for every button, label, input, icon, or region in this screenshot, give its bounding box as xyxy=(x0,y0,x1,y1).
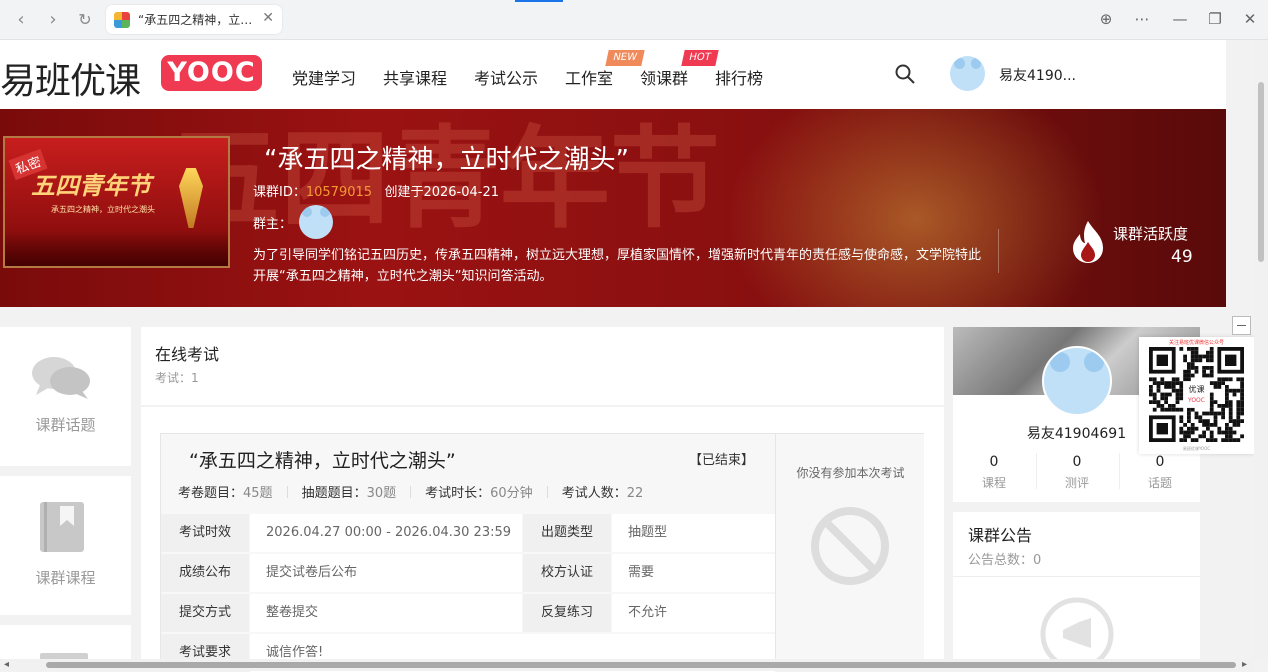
globe-icon[interactable]: ⊕ xyxy=(1096,10,1116,28)
nav-course-groups[interactable]: 领课群 xyxy=(640,65,688,89)
site-header: 易班优课 YOOC 党建学习 共享课程 考试公示 工作室 NEW 领课群 HOT… xyxy=(0,40,1226,109)
search-icon[interactable] xyxy=(895,64,915,84)
browser-tab-bar: ‹ › ↻ “承五四之精神，立… ✕ ⊕ ⋯ — ❐ ✕ xyxy=(0,0,1268,40)
qr-center-text: 优课 xyxy=(1189,384,1205,394)
forward-icon[interactable]: › xyxy=(42,9,64,31)
sidebar-courses[interactable]: 课群课程 xyxy=(0,476,131,615)
close-window-icon[interactable]: ✕ xyxy=(1240,10,1260,28)
notice-count: 公告总数：0 xyxy=(968,553,1042,568)
nav-ranking[interactable]: 排行榜 xyxy=(715,65,763,89)
table-row: 提交方式 整卷提交 反复练习 不允许 xyxy=(161,594,775,632)
browser-tab[interactable]: “承五四之精神，立… ✕ xyxy=(106,5,282,34)
new-badge: NEW xyxy=(605,50,645,66)
nav-studio[interactable]: 工作室 xyxy=(565,65,613,89)
horizontal-scroll-thumb[interactable] xyxy=(46,662,1236,668)
course-group-id: 10579015 xyxy=(305,185,373,200)
tab-close-icon[interactable]: ✕ xyxy=(262,10,274,26)
reload-icon[interactable]: ↻ xyxy=(74,9,96,31)
restore-icon[interactable]: ❐ xyxy=(1205,10,1225,28)
vertical-scroll-thumb[interactable] xyxy=(1258,82,1264,262)
course-group-meta: 课群ID：10579015 创建于2026-04-21 xyxy=(253,185,499,200)
nav-exam-public[interactable]: 考试公示 xyxy=(474,65,538,89)
scroll-right-icon[interactable]: ▸ xyxy=(1242,659,1247,670)
loading-indicator xyxy=(515,0,563,2)
profile-avatar[interactable] xyxy=(1042,346,1112,416)
activity-value: 49 xyxy=(1171,247,1193,267)
qr-caption: 关注易班优课微信公众号 xyxy=(1168,340,1224,346)
exam-participation: 你没有参加本次考试 xyxy=(775,434,924,670)
stat-evaluations[interactable]: 0 测评 xyxy=(1036,454,1118,491)
hot-badge: HOT xyxy=(681,50,719,66)
online-exam-heading: 在线考试 xyxy=(155,345,220,364)
not-joined-text: 你没有参加本次考试 xyxy=(796,466,905,480)
site-favicon-icon xyxy=(114,12,130,28)
course-group-banner: 五四青年节 私密 五四青年节 承五四之精神，立时代之潮头 “承五四之精神，立时代… xyxy=(0,109,1226,307)
exam-status: 【已结束】 xyxy=(689,453,755,468)
course-group-poster: 私密 五四青年节 承五四之精神，立时代之潮头 xyxy=(3,136,230,268)
owner-avatar[interactable] xyxy=(299,205,333,239)
torch-icon xyxy=(179,168,203,228)
back-icon[interactable]: ‹ xyxy=(10,9,32,31)
chat-bubbles-icon xyxy=(32,357,90,399)
more-icon[interactable]: ⋯ xyxy=(1132,10,1152,28)
table-row: 成绩公布 提交试卷后公布 校方认证 需要 xyxy=(161,554,775,592)
created-date: 创建于2026-04-21 xyxy=(384,185,499,200)
horizontal-scrollbar[interactable]: ◂ ▸ xyxy=(0,659,1254,671)
flame-icon xyxy=(1073,221,1103,263)
stat-topics[interactable]: 0 话题 xyxy=(1119,454,1201,491)
username[interactable]: 易友4190... xyxy=(999,65,1076,85)
exam-count: 考试：1 xyxy=(155,371,199,385)
exam-card[interactable]: “承五四之精神，立时代之潮头” 【已结束】 考卷题目：45题 抽题题目：30题 考试… xyxy=(160,433,924,672)
collapse-button[interactable] xyxy=(1232,316,1251,335)
forbidden-icon xyxy=(811,507,889,585)
qr-footer: 易班优课YOOC xyxy=(1182,446,1211,451)
sidebar-topics-label: 课群话题 xyxy=(35,416,96,434)
course-group-title: “承五四之精神，立时代之潮头” xyxy=(264,145,629,175)
notice-card: 课群公告 公告总数：0 xyxy=(953,512,1200,671)
nav-party-study[interactable]: 党建学习 xyxy=(292,65,356,89)
qr-center-sub: YOOC xyxy=(1187,397,1205,404)
logo-yooc[interactable]: YOOC xyxy=(161,55,262,91)
activity-label: 课群活跃度 xyxy=(1113,225,1189,243)
logo-text[interactable]: 易班优课 xyxy=(0,52,141,104)
owner-row: 群主： xyxy=(253,217,293,232)
stat-courses[interactable]: 0 课程 xyxy=(953,454,1035,491)
course-group-description: 为了引导同学们铭记五四历史，传承五四精神，树立远大理想，厚植家国情怀，增强新时代… xyxy=(253,248,982,284)
exam-stats: 考卷题目：45题 抽题题目：30题 考试时长：60分钟 考试人数：22 xyxy=(178,486,644,501)
poster-title: 五四青年节 xyxy=(31,172,151,200)
tab-title: “承五四之精神，立… xyxy=(138,13,253,27)
notice-title: 课群公告 xyxy=(968,526,1033,545)
user-avatar[interactable] xyxy=(950,56,985,91)
exam-panel-header xyxy=(141,327,944,405)
sidebar-courses-label: 课群课程 xyxy=(35,569,96,587)
scroll-left-icon[interactable]: ◂ xyxy=(4,659,9,670)
minimize-icon[interactable]: — xyxy=(1170,10,1190,28)
qr-code-popup: 关注易班优课微信公众号 优课 YOOC 易班优课YOOC xyxy=(1139,337,1254,454)
sidebar-topics[interactable]: 课群话题 xyxy=(0,327,131,466)
poster-subtitle: 承五四之精神，立时代之潮头 xyxy=(51,205,155,214)
vertical-scrollbar[interactable] xyxy=(1254,40,1268,660)
book-icon xyxy=(40,502,84,552)
table-row: 考试时效 2026.04.27 00:00 - 2026.04.30 23:59… xyxy=(161,514,775,552)
qr-code: 优课 YOOC xyxy=(1149,347,1244,442)
exam-title[interactable]: “承五四之精神，立时代之潮头” xyxy=(189,446,456,473)
nav-shared-courses[interactable]: 共享课程 xyxy=(383,65,447,89)
